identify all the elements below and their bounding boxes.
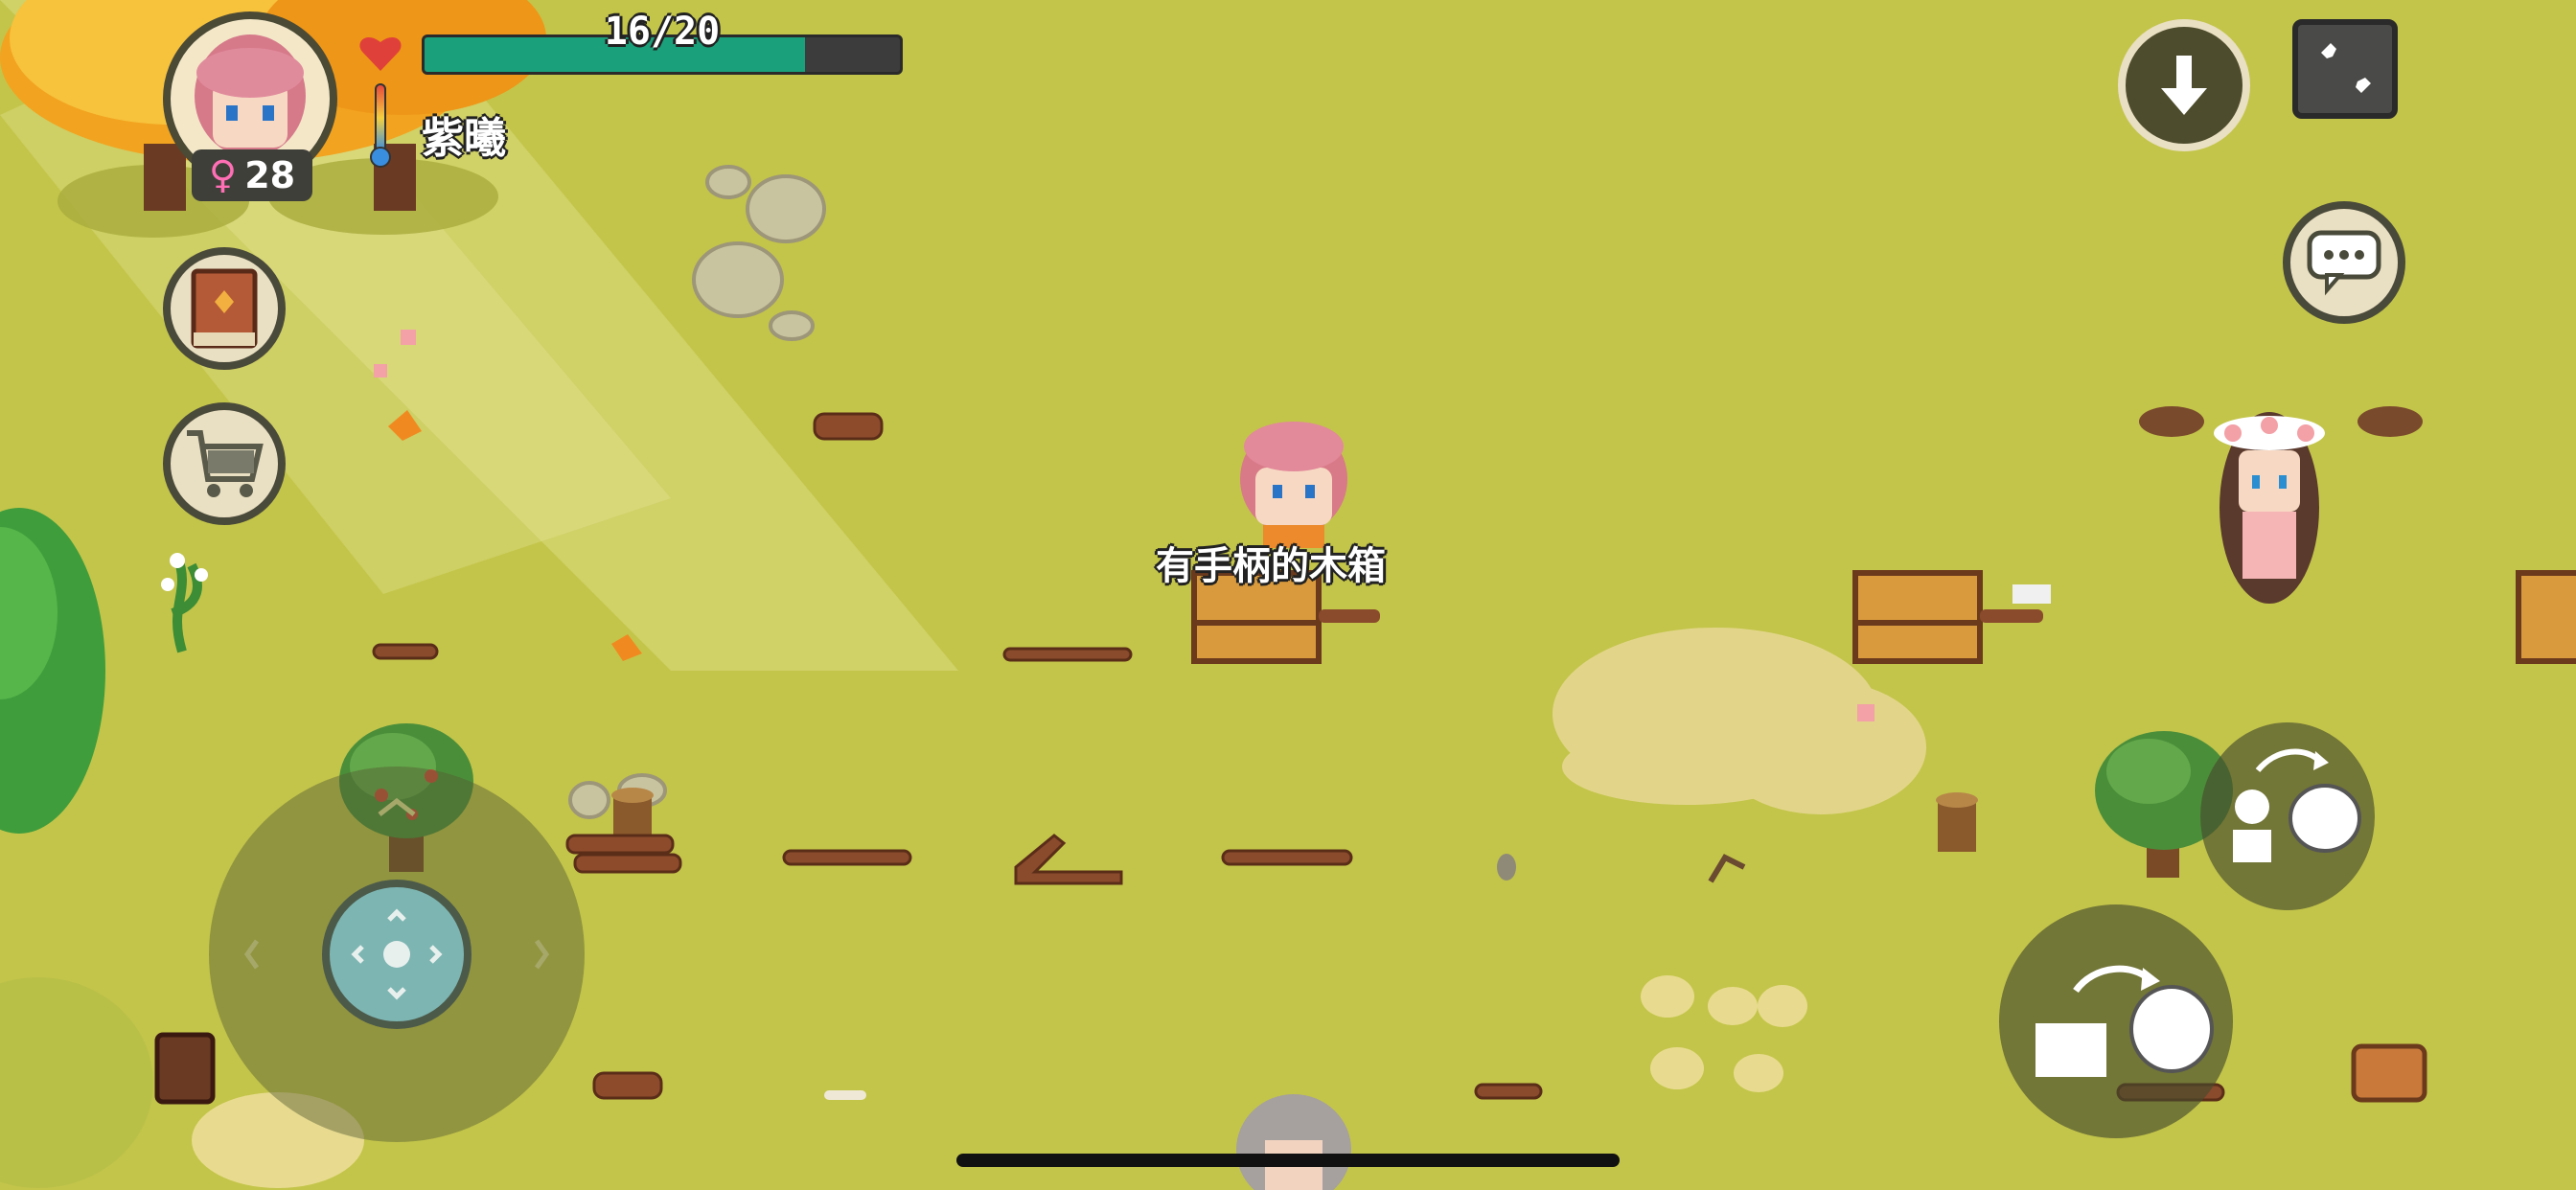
- shop-button[interactable]: [163, 402, 286, 525]
- vine-plant: [171, 554, 202, 653]
- level-value: 28: [244, 154, 296, 196]
- wooden-crate-2: [1852, 570, 2051, 664]
- down-arrow-icon: [2161, 56, 2207, 115]
- player-character: [1240, 422, 1347, 548]
- journal-button[interactable]: [163, 247, 286, 370]
- use-item-button[interactable]: [1999, 904, 2233, 1138]
- shopping-cart-icon: [187, 430, 264, 497]
- green-tree-left: [0, 508, 153, 1188]
- heart-icon: [359, 36, 402, 71]
- temperature-icon: [370, 83, 391, 168]
- other-player-bottom: [1236, 1094, 1351, 1190]
- speech-bubble-icon: [2307, 230, 2381, 296]
- drop-hand-icon: [2036, 965, 2214, 1077]
- back-button[interactable]: [2118, 19, 2250, 151]
- basket: [2351, 1043, 2427, 1103]
- level-badge: ♀ 28: [192, 149, 312, 201]
- home-indicator[interactable]: [956, 1154, 1620, 1167]
- player-name: 紫曦: [422, 114, 506, 163]
- wooden-crate-3: [2516, 570, 2576, 664]
- female-icon: ♀: [208, 153, 238, 197]
- pickup-button[interactable]: [2200, 722, 2375, 910]
- bucket: [154, 1032, 216, 1105]
- chat-button[interactable]: [2283, 201, 2405, 324]
- grab-hand-icon: [2233, 748, 2361, 862]
- tree-stump-2: [1936, 792, 1978, 852]
- settings-button[interactable]: [2292, 19, 2398, 119]
- wrench-icon: [2321, 43, 2371, 93]
- book-icon: [191, 268, 258, 349]
- item-label: 有手柄的木箱: [1156, 544, 1386, 588]
- dpad-icon: [351, 908, 443, 1000]
- joystick-thumb[interactable]: [322, 880, 472, 1029]
- npc-character: [2214, 412, 2325, 604]
- health-text: 16/20: [604, 10, 721, 54]
